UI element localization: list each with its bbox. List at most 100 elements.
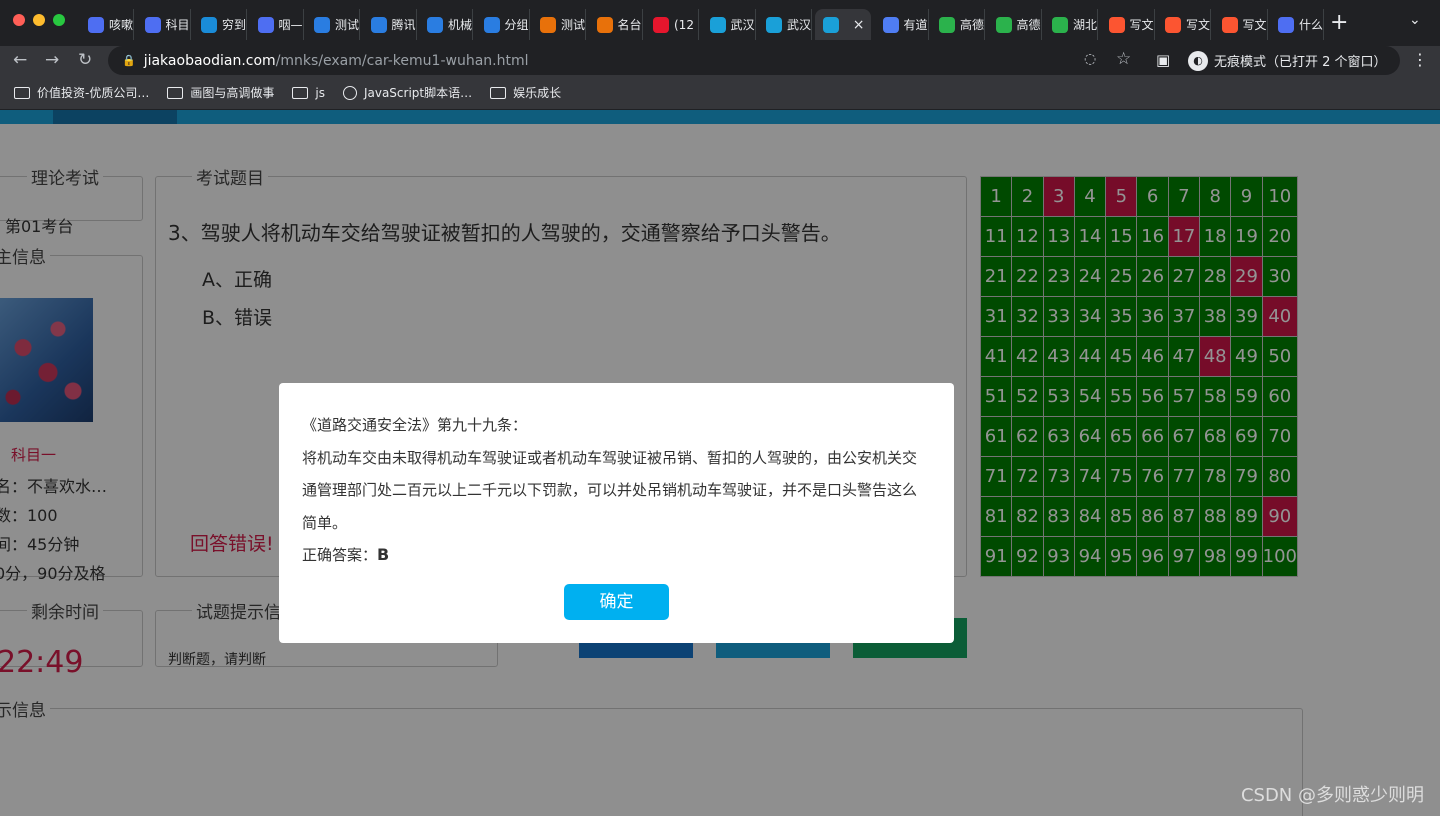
close-window-button[interactable] [13, 14, 25, 26]
watermark: CSDN @多则惑少则明 [1240, 785, 1424, 806]
close-tab-icon[interactable]: × [853, 17, 865, 33]
folder-icon [292, 86, 309, 99]
browser-tab[interactable]: × [814, 9, 871, 40]
bookmark-item[interactable]: 娱乐成长 [490, 84, 561, 101]
browser-tab[interactable]: 分组 [476, 9, 530, 40]
bookmark-label: 价值投资-优质公司… [37, 86, 150, 100]
browser-tab[interactable]: 名台 [589, 9, 643, 40]
browser-tab[interactable]: 咳嗽 [80, 9, 134, 40]
tab-label: 穷到 [222, 18, 247, 32]
tab-label: 高德 [960, 18, 985, 32]
bookmark-item[interactable]: JavaScript脚本语… [342, 84, 472, 101]
browser-tab[interactable]: (12 [645, 9, 699, 40]
browser-tab[interactable]: 高德 [988, 9, 1042, 40]
bing-icon [201, 16, 217, 33]
answer-value: B [377, 545, 390, 564]
browser-tab[interactable]: 咽— [250, 9, 304, 40]
gaode-icon [995, 16, 1012, 33]
incognito-badge[interactable]: ◐ 无痕模式（已打开 2 个窗口） [1184, 47, 1399, 74]
tab-label: 武汉 [730, 18, 755, 32]
car-icon [822, 16, 839, 33]
reload-icon[interactable]: ↻ [78, 50, 92, 70]
browser-tab[interactable]: 高德 [931, 9, 985, 40]
browser-tab[interactable]: 武汉 [702, 9, 756, 40]
csdn-icon [1108, 16, 1125, 33]
more-menu-icon[interactable]: ⋮ [1412, 50, 1428, 69]
circle-icon [596, 16, 613, 33]
dialog-body: 将机动车交由未取得机动车驾驶证或者机动车驾驶证被吊销、暂扣的人驾驶的，由公安机关… [302, 448, 918, 532]
browser-toolbar: ← → ↻ 🔒 jiakaobaodian.com/mnks/exam/car-… [0, 46, 1440, 76]
url-path: /mnks/exam/car-kemu1-wuhan.html [275, 52, 529, 69]
tab-label: 机械 [448, 18, 473, 32]
tab-label: 咳嗽 [109, 18, 134, 32]
gaode-icon [1052, 16, 1068, 33]
tab-label: 高德 [1016, 18, 1041, 32]
tab-label: (12 [674, 17, 694, 32]
lock-icon: 🔒 [122, 54, 136, 67]
bookmark-item[interactable]: 画图与高调做事 [167, 84, 274, 101]
tab-label: 什么 [1299, 18, 1324, 32]
browser-tab-strip: 咳嗽 科目 穷到 咽— 测试 腾讯 机械 分组 测试 名台 (12 武汉 武汉 × 有道 高德 高德 湖北 写文 写文… [0, 0, 1440, 46]
browser-tab[interactable]: 写文 [1157, 9, 1211, 40]
globe-icon [342, 85, 357, 100]
browser-tab[interactable]: 测试 [306, 9, 360, 40]
folder-icon [490, 86, 507, 99]
tab-label: 腾讯 [391, 18, 416, 32]
browser-tab[interactable]: 机械 [419, 9, 473, 40]
shield-icon [427, 16, 443, 33]
browser-tab[interactable]: 什么 [1270, 9, 1324, 40]
answer-label: 正确答案： [302, 546, 378, 564]
bookmark-label: 娱乐成长 [513, 86, 562, 100]
new-tab-button[interactable]: + [1330, 10, 1348, 35]
bookmark-star-icon[interactable]: ☆ [1116, 49, 1131, 69]
browser-tab[interactable]: 测试 [532, 9, 586, 40]
incognito-label: 无痕模式（已打开 2 个窗口） [1214, 55, 1387, 70]
bookmarks-bar: 价值投资-优质公司… 画图与高调做事 js JavaScript脚本语… 娱乐成长 [0, 76, 1440, 110]
browser-tab[interactable]: 腾讯 [363, 9, 417, 40]
minimize-window-button[interactable] [33, 14, 45, 26]
side-panel-icon[interactable]: ▣ [1156, 51, 1170, 69]
folder-icon [167, 86, 184, 99]
tab-label: 咽— [278, 18, 303, 32]
csdn-icon [1165, 16, 1181, 33]
browser-tab[interactable]: 湖北 [1044, 9, 1098, 40]
browser-tab[interactable]: 写文 [1101, 9, 1155, 40]
tab-label: 写文 [1242, 18, 1267, 32]
tab-label: 分组 [504, 18, 529, 32]
incognito-icon: ◐ [1188, 50, 1208, 71]
back-arrow-icon[interactable]: ← [13, 50, 27, 70]
browser-tab[interactable]: 武汉 [758, 9, 812, 40]
tab-label: 名台 [617, 18, 642, 32]
bookmark-item[interactable]: js [292, 86, 325, 100]
folder-icon [14, 86, 30, 99]
bookmark-item[interactable]: 价值投资-优质公司… [14, 84, 149, 101]
csdn-icon [1221, 16, 1238, 33]
confirm-button[interactable]: 确定 [564, 584, 669, 620]
circle-icon [540, 16, 556, 33]
gaode-icon [939, 16, 955, 33]
weibo-icon [653, 16, 669, 33]
maximize-window-button[interactable] [53, 14, 65, 26]
shield-icon [483, 16, 500, 33]
dialog-title: 《道路交通安全法》第九十九条： [302, 416, 528, 434]
browser-tab[interactable]: 写文 [1214, 9, 1268, 40]
shield-icon [370, 16, 387, 33]
forward-arrow-icon[interactable]: → [45, 50, 59, 70]
explanation-dialog: 《道路交通安全法》第九十九条： 将机动车交由未取得机动车驾驶证或者机动车驾驶证被… [279, 383, 954, 643]
browser-tab[interactable]: 有道 [875, 9, 929, 40]
baidu-icon [257, 16, 274, 33]
browser-tab[interactable]: 科目 [137, 9, 191, 40]
car-icon [766, 16, 782, 33]
baidu-icon [1278, 16, 1294, 33]
tab-label: 有道 [903, 18, 928, 32]
url-host: jiakaobaodian.com [143, 52, 276, 69]
dialog-answer: 正确答案：B [302, 539, 930, 572]
bookmark-label: js [315, 85, 325, 100]
browser-tab[interactable]: 穷到 [193, 9, 247, 40]
tab-search-chevron-icon[interactable]: ⌄ [1409, 12, 1421, 28]
eye-off-icon[interactable]: ◌ [1084, 51, 1096, 67]
tab-label: 写文 [1129, 18, 1154, 32]
tab-label: 写文 [1186, 18, 1211, 32]
baidu-icon [88, 16, 104, 33]
bookmark-label: 画图与高调做事 [190, 86, 275, 100]
